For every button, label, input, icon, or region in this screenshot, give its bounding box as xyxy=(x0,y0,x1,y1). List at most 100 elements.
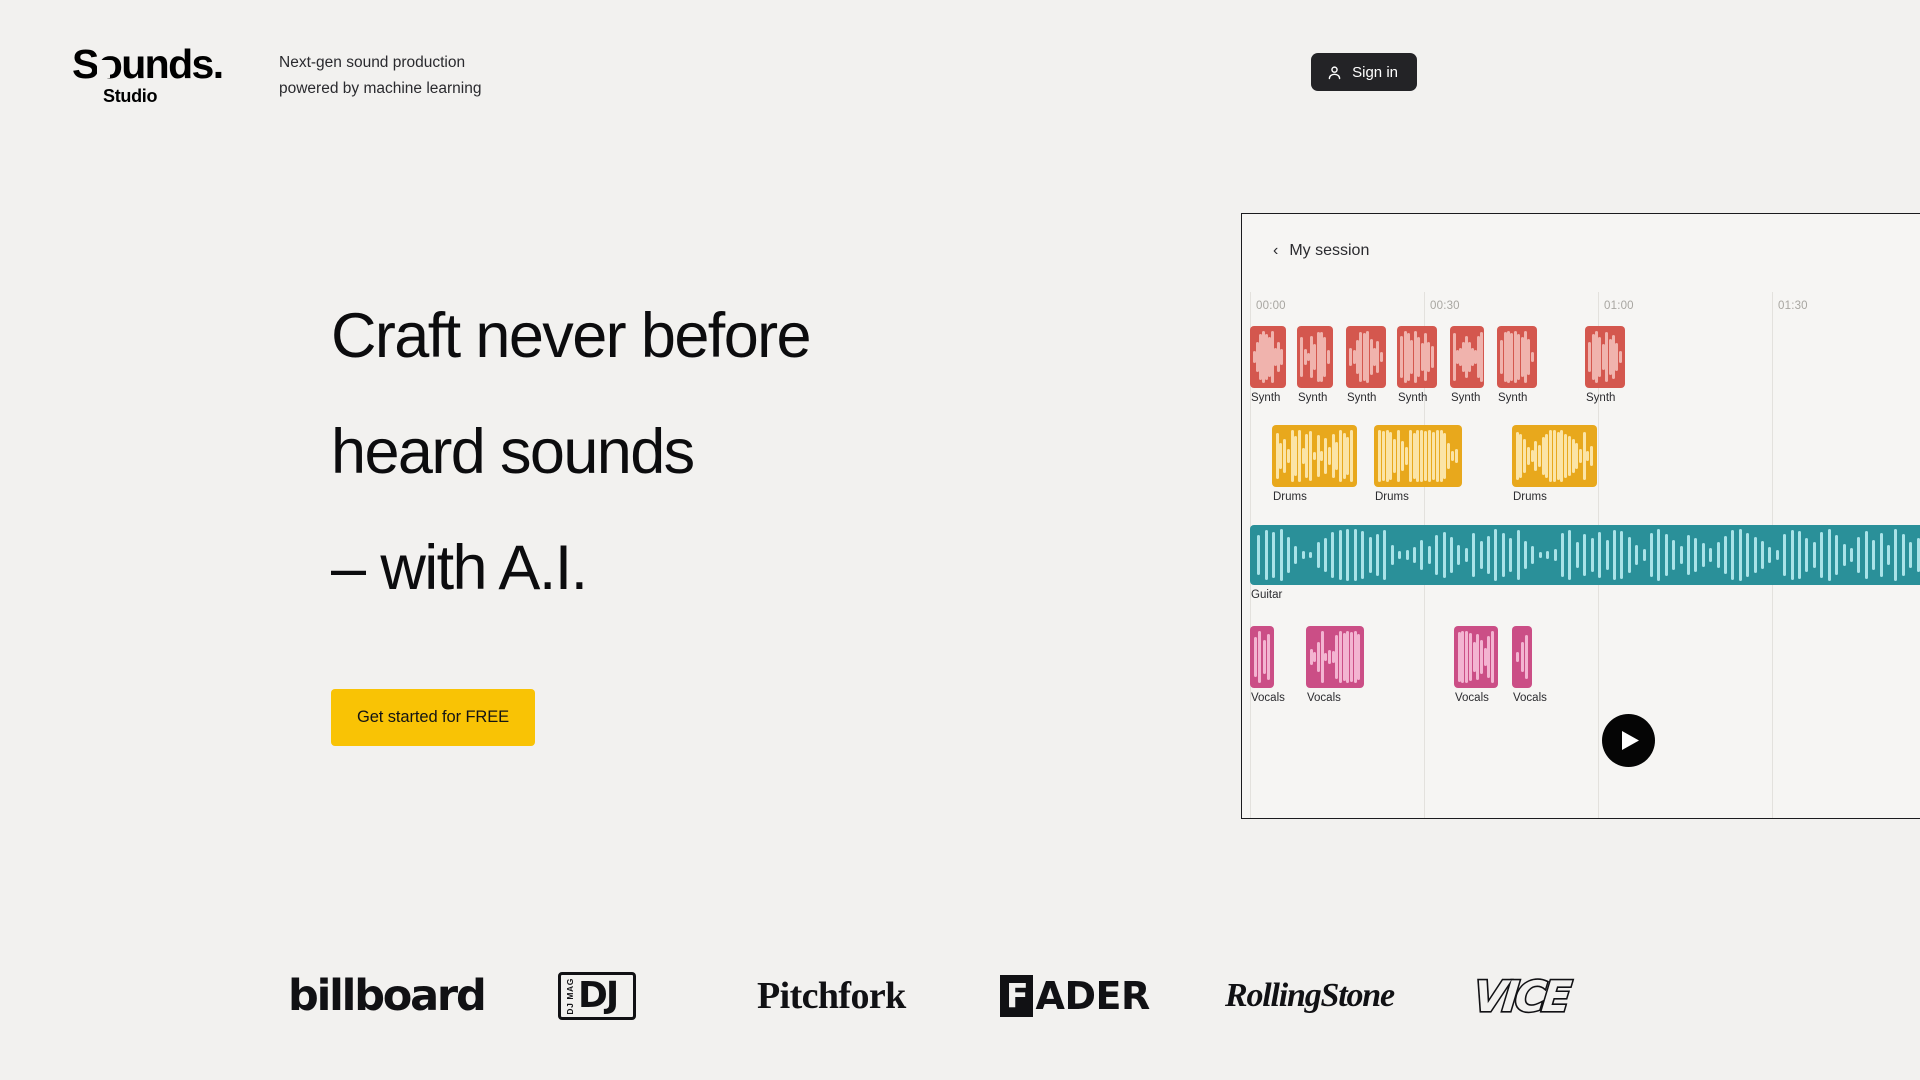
waveform-bar xyxy=(1524,635,1528,679)
audio-clip[interactable] xyxy=(1585,326,1625,388)
waveform-bar xyxy=(1483,648,1487,666)
waveform-bar xyxy=(1298,430,1302,482)
waveform-bar xyxy=(1359,332,1363,382)
waveform-bar xyxy=(1582,432,1586,480)
waveform-bar xyxy=(1393,439,1397,473)
waveform-bar xyxy=(1916,538,1920,572)
waveform-bar xyxy=(1353,631,1357,683)
audio-clip[interactable] xyxy=(1306,626,1364,688)
waveform-bar xyxy=(1805,538,1809,572)
logo-o-cut xyxy=(97,60,110,78)
waveform-bar xyxy=(1849,548,1853,562)
waveform-bar xyxy=(1383,530,1387,580)
session-back-nav[interactable]: ‹ My session xyxy=(1273,242,1369,260)
waveform-bar xyxy=(1598,337,1602,377)
waveform-bar xyxy=(1598,532,1602,578)
waveform-bar xyxy=(1520,642,1524,672)
session-panel: ‹ My session 00:0000:3001:0001:3002:Synt… xyxy=(1241,213,1920,819)
waveform-bar xyxy=(1527,339,1531,375)
waveform-bar xyxy=(1327,447,1331,465)
audio-clip[interactable] xyxy=(1497,326,1537,388)
pitchfork-wordmark: Pitchfork xyxy=(757,975,906,1017)
clip-label: Synth xyxy=(1498,392,1528,404)
audio-clip[interactable] xyxy=(1250,525,1920,585)
press-logos: billboard DJ MAG DJ Pitchfork F ADER RollingSt… xyxy=(0,965,1920,1035)
waveform-bar xyxy=(1879,533,1883,577)
audio-clip[interactable] xyxy=(1272,425,1357,487)
waveform-bar xyxy=(1679,546,1683,564)
waveform-bar xyxy=(1366,331,1370,383)
waveform-bar xyxy=(1901,534,1905,576)
clip-label: Synth xyxy=(1398,392,1428,404)
waveform-bar xyxy=(1416,430,1420,482)
waveform-bar xyxy=(1397,430,1401,482)
waveform-bar xyxy=(1590,538,1594,572)
audio-clip[interactable] xyxy=(1250,326,1286,388)
audio-clip[interactable] xyxy=(1374,425,1462,487)
waveform-bar xyxy=(1480,332,1483,382)
waveform-bar xyxy=(1412,547,1416,563)
press-logo-vice: VICE xyxy=(1470,965,1572,1027)
waveform-bar xyxy=(1420,430,1424,482)
djmag-badge: DJ MAG DJ xyxy=(558,971,637,1021)
waveform-bar xyxy=(1381,431,1385,481)
waveform-bar xyxy=(1487,636,1491,678)
audio-clip[interactable] xyxy=(1250,626,1274,688)
waveform-bar xyxy=(1338,631,1342,683)
clip-label: Drums xyxy=(1513,491,1547,503)
waveform-bar xyxy=(1827,529,1831,581)
press-logo-billboard: billboard xyxy=(288,965,487,1027)
waveform-bar xyxy=(1620,531,1624,579)
clip-label: Vocals xyxy=(1513,692,1547,704)
waveform-bar xyxy=(1451,451,1455,461)
sign-in-button[interactable]: Sign in xyxy=(1311,53,1417,91)
clip-label: Synth xyxy=(1586,392,1616,404)
audio-clip[interactable] xyxy=(1397,326,1437,388)
audio-clip[interactable] xyxy=(1297,326,1333,388)
clip-label: Guitar xyxy=(1251,589,1283,601)
waveform-bar xyxy=(1842,544,1846,566)
waveform-bar xyxy=(1342,633,1346,681)
play-button[interactable] xyxy=(1602,714,1655,767)
waveform-bar xyxy=(1420,540,1424,570)
djmag-wordmark: DJ xyxy=(578,974,619,1016)
waveform-bar xyxy=(1300,337,1304,377)
waveform-bar xyxy=(1331,532,1335,578)
brand-logo[interactable]: Sounds. Studio xyxy=(72,44,224,107)
audio-clip[interactable] xyxy=(1450,326,1484,388)
waveform-bar xyxy=(1404,447,1408,465)
waveform-bar xyxy=(1286,449,1290,463)
waveform-bar xyxy=(1338,430,1342,482)
waveform-bar xyxy=(1618,351,1622,363)
waveform-bar xyxy=(1790,530,1794,580)
audio-clip[interactable] xyxy=(1512,425,1597,487)
timeline-area[interactable]: 00:0000:3001:0001:3002:SynthSynthSynthSy… xyxy=(1242,292,1920,818)
press-logo-dj-mag: DJ MAG DJ xyxy=(558,965,637,1027)
waveform-bar xyxy=(1385,430,1389,482)
waveform-bar xyxy=(1312,452,1316,460)
djmag-vertical-label: DJ MAG xyxy=(565,977,575,1015)
waveform-bar xyxy=(1894,529,1898,581)
waveform-bar xyxy=(1746,533,1750,577)
get-started-button[interactable]: Get started for FREE xyxy=(331,689,536,746)
waveform-bar xyxy=(1517,334,1521,380)
header-tagline: Next-gen sound production powered by mac… xyxy=(279,50,481,102)
audio-clip[interactable] xyxy=(1454,626,1498,688)
waveform-bar xyxy=(1417,337,1421,377)
waveform-bar xyxy=(1588,342,1592,372)
waveform-bar xyxy=(1464,548,1468,562)
waveform-bar xyxy=(1405,550,1409,560)
waveform-bar xyxy=(1516,652,1520,662)
waveform-bar xyxy=(1538,445,1542,467)
waveform-bar xyxy=(1305,434,1309,478)
waveform-bar xyxy=(1320,631,1324,683)
waveform-bar xyxy=(1346,631,1350,683)
tagline-line-1: Next-gen sound production xyxy=(279,54,466,71)
waveform-bar xyxy=(1476,634,1480,680)
audio-clip[interactable] xyxy=(1346,326,1386,388)
waveform-bar xyxy=(1346,529,1350,581)
waveform-bar xyxy=(1427,546,1431,564)
audio-clip[interactable] xyxy=(1512,626,1532,688)
waveform-bar xyxy=(1412,433,1416,479)
chevron-left-icon[interactable]: ‹ xyxy=(1273,243,1278,259)
